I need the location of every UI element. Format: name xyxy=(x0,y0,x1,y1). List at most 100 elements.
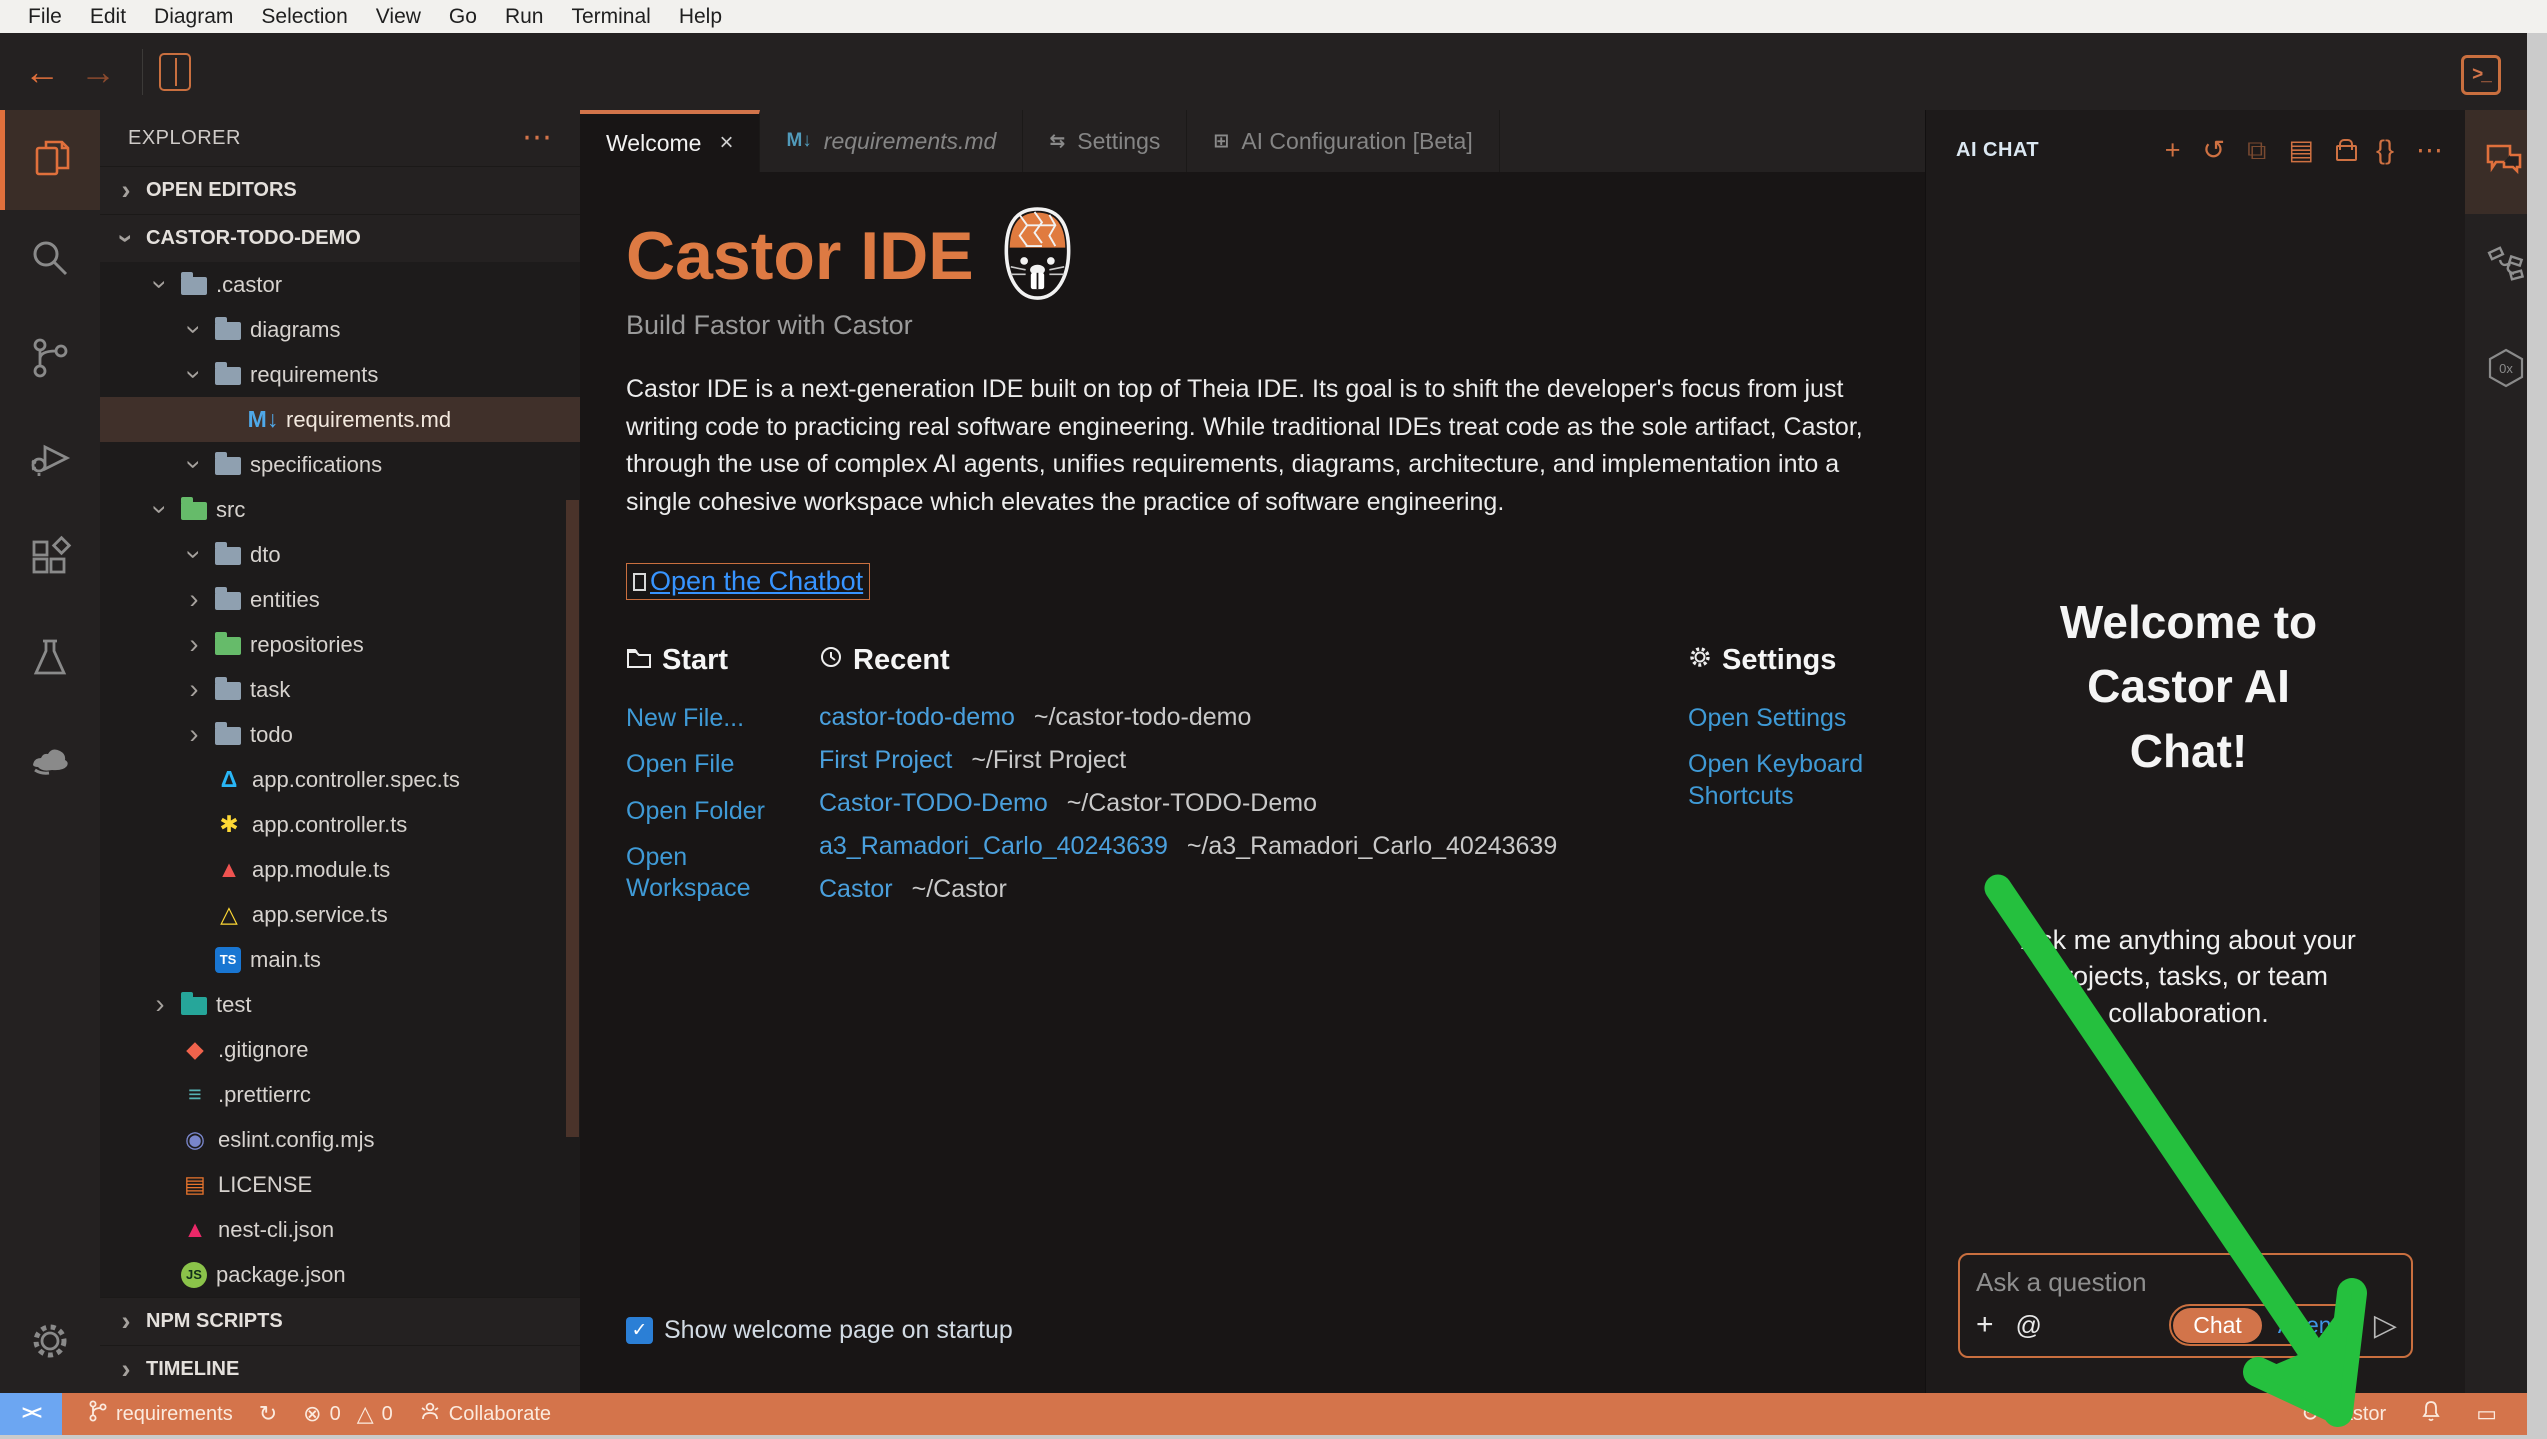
mode-agent-option[interactable]: Agent xyxy=(2262,1308,2354,1343)
more-icon[interactable]: ⋯ xyxy=(2416,137,2443,164)
start-link[interactable]: New File... xyxy=(626,703,801,734)
recent-item[interactable]: First Project ~/First Project xyxy=(819,746,1688,775)
recent-project-name[interactable]: Castor xyxy=(819,875,893,903)
status-panel-layout[interactable]: ▭ xyxy=(2476,1403,2497,1425)
file-name: requirements xyxy=(250,362,378,388)
tree-item[interactable]: ◉ eslint.config.mjs xyxy=(100,1117,580,1162)
tree-item[interactable]: › dto xyxy=(100,532,580,577)
hex-editor-icon: 0x xyxy=(2484,346,2528,395)
remote-indicator[interactable]: >< xyxy=(0,1393,62,1435)
recent-item[interactable]: a3_Ramadori_Carlo_40243639 ~/a3_Ramadori… xyxy=(819,832,1688,861)
layout-icon[interactable]: ▤ xyxy=(2288,137,2314,164)
close-icon[interactable]: × xyxy=(719,129,733,157)
editor-tab[interactable]: Welcome × xyxy=(580,110,760,172)
tree-item[interactable]: Δ app.controller.spec.ts xyxy=(100,757,580,802)
tree-item[interactable]: ▤ LICENSE xyxy=(100,1162,580,1207)
tree-item[interactable]: ▲ app.module.ts xyxy=(100,847,580,892)
history-icon[interactable]: ↺ xyxy=(2203,137,2226,164)
chat-input-box[interactable]: Ask a question + @ Chat Agent ▷ xyxy=(1958,1253,2413,1358)
editor-tab[interactable]: ⇆ Settings xyxy=(1023,110,1187,172)
sidebar-item-run-debug[interactable] xyxy=(0,410,100,510)
unlock-icon[interactable] xyxy=(2336,139,2354,161)
start-link[interactable]: Open Workspace xyxy=(626,842,801,905)
tree-item[interactable]: › diagrams xyxy=(100,307,580,352)
sidebar-item-castor[interactable] xyxy=(0,710,100,810)
status-branch[interactable]: requirements xyxy=(88,1400,233,1428)
menu-item[interactable]: View xyxy=(362,5,435,29)
sidebar-item-extensions[interactable] xyxy=(0,510,100,610)
explorer-section-header[interactable]: › TIMELINE xyxy=(100,1345,580,1393)
menu-item[interactable]: Edit xyxy=(76,5,140,29)
tree-item[interactable]: ▲ nest-cli.json xyxy=(100,1207,580,1252)
tree-item[interactable]: JS package.json xyxy=(100,1252,580,1297)
settings-link[interactable]: Open Settings xyxy=(1688,703,1888,734)
mode-chat-option[interactable]: Chat xyxy=(2173,1308,2262,1343)
sidebar-item-search[interactable] xyxy=(0,210,100,310)
explorer-section-header[interactable]: › OPEN EDITORS xyxy=(100,166,580,214)
tree-item[interactable]: › specifications xyxy=(100,442,580,487)
settings-link[interactable]: Open Keyboard Shortcuts xyxy=(1688,749,1888,812)
tree-item[interactable]: TS main.ts xyxy=(100,937,580,982)
sidebar-item-testing[interactable] xyxy=(0,610,100,710)
explorer-section-header[interactable]: › NPM SCRIPTS xyxy=(100,1297,580,1345)
chat-mode-toggle[interactable]: Chat Agent xyxy=(2169,1304,2358,1346)
status-errors[interactable]: ⊗ 0 xyxy=(303,1403,341,1426)
startup-checkbox[interactable]: ✓ xyxy=(626,1317,653,1344)
settings-gear-button[interactable] xyxy=(0,1293,100,1393)
tree-item[interactable]: ✱ app.controller.ts xyxy=(100,802,580,847)
menu-item[interactable]: Go xyxy=(435,5,491,29)
tree-item[interactable]: › task xyxy=(100,667,580,712)
tree-item[interactable]: › repositories xyxy=(100,622,580,667)
terminal-icon[interactable]: >_ xyxy=(2461,55,2501,95)
menu-item[interactable]: Run xyxy=(491,5,558,29)
editor-tab[interactable]: M↓ requirements.md xyxy=(760,110,1023,172)
open-chatbot-link[interactable]: Open the Chatbot xyxy=(626,563,870,600)
menu-item[interactable]: Help xyxy=(665,5,736,29)
back-arrow-icon[interactable]: ← xyxy=(14,51,70,93)
split-editor-icon[interactable] xyxy=(159,53,191,91)
recent-project-name[interactable]: Castor-TODO-Demo xyxy=(819,789,1048,817)
status-collaborate[interactable]: Collaborate xyxy=(419,1400,551,1428)
recent-item[interactable]: castor-todo-demo ~/castor-todo-demo xyxy=(819,703,1688,732)
braces-icon[interactable]: {} xyxy=(2376,137,2394,164)
attach-icon[interactable]: + xyxy=(1976,1308,1994,1342)
tree-item[interactable]: › .castor xyxy=(100,262,580,307)
status-notifications[interactable] xyxy=(2420,1399,2442,1429)
menu-item[interactable]: File xyxy=(14,5,76,29)
status-sync[interactable]: ↻ xyxy=(259,1403,277,1425)
section-label: NPM SCRIPTS xyxy=(146,1310,283,1333)
start-link[interactable]: Open File xyxy=(626,749,801,780)
recent-item[interactable]: Castor ~/Castor xyxy=(819,875,1688,904)
mention-icon[interactable]: @ xyxy=(2016,1310,2042,1341)
tree-item[interactable]: › todo xyxy=(100,712,580,757)
tree-item[interactable]: › src xyxy=(100,487,580,532)
sidebar-scrollbar[interactable] xyxy=(566,500,579,1137)
menu-item[interactable]: Terminal xyxy=(557,5,664,29)
send-icon[interactable]: ▷ xyxy=(2374,1308,2397,1343)
tree-item[interactable]: △ app.service.ts xyxy=(100,892,580,937)
status-warnings[interactable]: △ 0 xyxy=(357,1403,393,1426)
sidebar-item-source-control[interactable] xyxy=(0,310,100,410)
recent-item[interactable]: Castor-TODO-Demo ~/Castor-TODO-Demo xyxy=(819,789,1688,818)
tree-item[interactable]: › test xyxy=(100,982,580,1027)
file-name: LICENSE xyxy=(218,1172,312,1198)
tree-item[interactable]: › requirements xyxy=(100,352,580,397)
tree-item[interactable]: M↓ requirements.md xyxy=(100,397,580,442)
tree-item[interactable]: › entities xyxy=(100,577,580,622)
recent-project-name[interactable]: castor-todo-demo xyxy=(819,703,1015,731)
status-castor[interactable]: ↻ Castor xyxy=(2301,1403,2386,1426)
tree-item[interactable]: ◆ .gitignore xyxy=(100,1027,580,1072)
menu-item[interactable]: Diagram xyxy=(140,5,247,29)
ai-chat-header: AI CHAT + ↺ ⧉ ▤ {} ⋯ xyxy=(1926,110,2465,190)
menu-item[interactable]: Selection xyxy=(247,5,361,29)
sidebar-item-explorer[interactable] xyxy=(0,110,100,210)
new-chat-icon[interactable]: + xyxy=(2165,137,2181,164)
forward-arrow-icon[interactable]: → xyxy=(70,51,126,93)
recent-project-name[interactable]: First Project xyxy=(819,746,952,774)
tree-item[interactable]: ≡ .prettierrc xyxy=(100,1072,580,1117)
editor-tab[interactable]: ⊞ AI Configuration [Beta] xyxy=(1187,110,1499,172)
open-in-editor-icon[interactable]: ⧉ xyxy=(2247,137,2266,164)
explorer-section-header[interactable]: › CASTOR-TODO-DEMO xyxy=(100,214,580,262)
recent-project-name[interactable]: a3_Ramadori_Carlo_40243639 xyxy=(819,832,1168,860)
start-link[interactable]: Open Folder xyxy=(626,796,801,827)
